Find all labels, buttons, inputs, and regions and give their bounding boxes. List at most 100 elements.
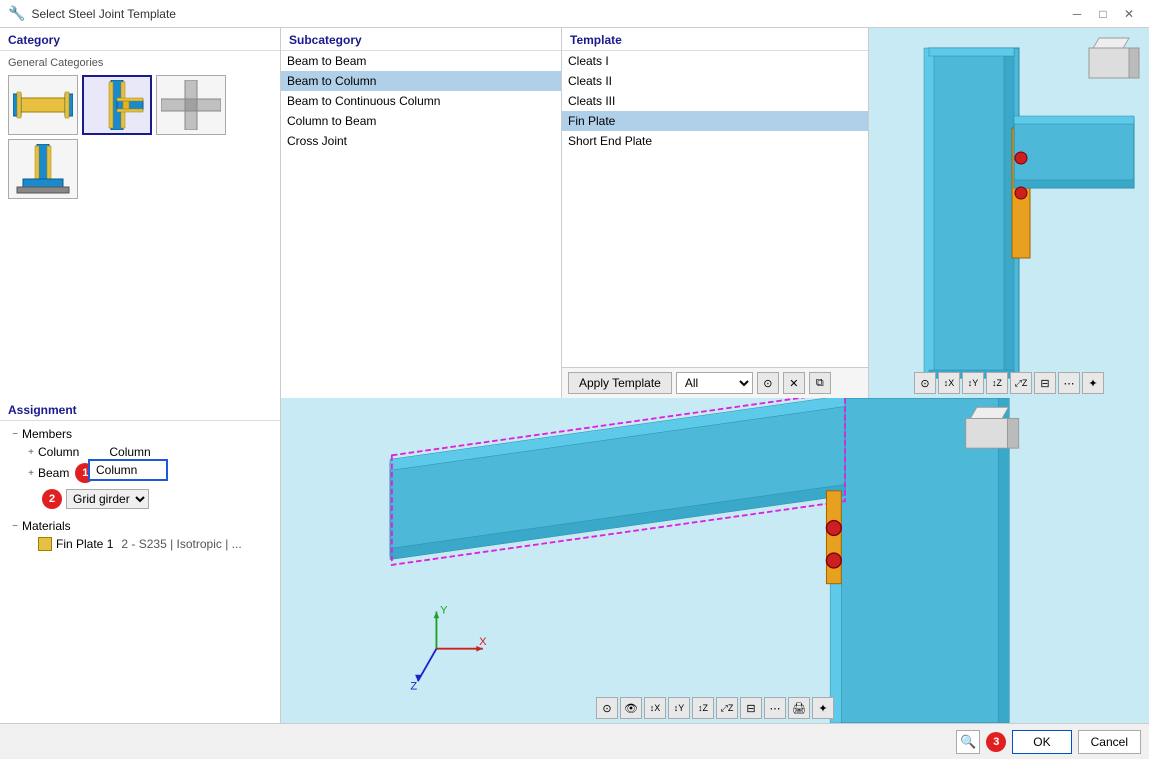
category-icon-1[interactable] — [8, 75, 78, 135]
bv-more-btn[interactable]: ⋯ — [764, 697, 786, 719]
minimize-button[interactable]: ─ — [1065, 4, 1089, 24]
category-body: General Categories — [0, 51, 280, 398]
members-label: Members — [22, 427, 72, 441]
subcategory-body: Beam to Beam Beam to Column Beam to Cont… — [281, 51, 561, 398]
assignment-header: Assignment — [0, 398, 280, 421]
3d-view-bottom-svg: Y X Z — [281, 398, 1149, 723]
beam-joint-1-icon — [13, 80, 73, 130]
materials-label: Materials — [22, 519, 71, 533]
template-body: Cleats I Cleats II Cleats III Fin Plate … — [562, 51, 868, 367]
main-content: Category General Categories — [0, 28, 1149, 723]
template-item-1[interactable]: Cleats II — [562, 71, 868, 91]
cancel-button[interactable]: Cancel — [1078, 730, 1141, 754]
column-value: Column — [109, 445, 150, 459]
view-reset-btn[interactable]: ⊙ — [914, 372, 936, 394]
bv-fit-btn[interactable]: ⊙ — [596, 697, 618, 719]
maximize-button[interactable]: □ — [1091, 4, 1115, 24]
reset-icon-button[interactable]: ⊙ — [757, 372, 779, 394]
column-label: Column — [38, 445, 79, 459]
template-header: Template — [562, 28, 868, 51]
beam-to-column-icon — [87, 80, 147, 130]
view-tz-btn[interactable]: ↕Z — [986, 372, 1008, 394]
status-bar: 🔍 3 OK Cancel — [0, 723, 1149, 759]
app-icon: 🔧 — [8, 5, 25, 22]
category-icon-2[interactable] — [82, 75, 152, 135]
subcategory-list: Beam to Beam Beam to Column Beam to Cont… — [281, 51, 561, 151]
beam-select-row: 2 Grid girder Beam Rafter — [8, 487, 272, 511]
search-button[interactable]: 🔍 — [956, 730, 980, 754]
bv-print-btn[interactable]: 🖨 — [788, 697, 810, 719]
3d-view-top-svg — [869, 28, 1149, 398]
subcategory-header: Subcategory — [281, 28, 561, 51]
category-icon-3[interactable] — [156, 75, 226, 135]
category-icons — [8, 75, 272, 199]
top-view-toolbar: ⊙ ↕X ↕Y ↕Z ⤢Z ⊟ ⋯ ✦ — [873, 372, 1145, 394]
view-ty-btn[interactable]: ↕Y — [962, 372, 984, 394]
fin-plate-expand-icon[interactable] — [24, 537, 38, 551]
column-dropdown-value: Column — [96, 463, 137, 477]
top-right-3d-view: ⊙ ↕X ↕Y ↕Z ⤢Z ⊟ ⋯ ✦ — [869, 28, 1149, 398]
bv-ty-btn[interactable]: ↕Y — [668, 697, 690, 719]
fin-plate-value: 2 - S235 | Isotropic | ... — [121, 537, 241, 551]
bv-extra-btn[interactable]: ✦ — [812, 697, 834, 719]
fin-plate-row: Fin Plate 1 2 - S235 | Isotropic | ... — [8, 535, 272, 553]
view-itz-btn[interactable]: ⤢Z — [1010, 372, 1032, 394]
column-expand-icon[interactable]: + — [24, 445, 38, 459]
bv-layers-btn[interactable]: ⊟ — [740, 697, 762, 719]
assignment-panel: Assignment − Members + Column Column + B… — [0, 398, 280, 723]
title-bar: 🔧 Select Steel Joint Template ─ □ ✕ — [0, 0, 1149, 28]
assignment-body: − Members + Column Column + Beam 1 — [0, 421, 280, 723]
fin-plate-label: Fin Plate 1 — [56, 537, 113, 551]
members-expand-icon[interactable]: − — [8, 427, 22, 441]
view-extra-btn[interactable]: ✦ — [1082, 372, 1104, 394]
bv-itz-btn[interactable]: ⤢Z — [716, 697, 738, 719]
bv-eye-btn[interactable]: 👁 — [620, 697, 642, 719]
beam-type-select[interactable]: Grid girder Beam Rafter — [66, 489, 149, 509]
template-list: Cleats I Cleats II Cleats III Fin Plate … — [562, 51, 868, 151]
bv-tx-btn[interactable]: ↕X — [644, 697, 666, 719]
top-row: Category General Categories — [0, 28, 1149, 398]
template-toolbar: Apply Template All Selected Visible ⊙ ✕ … — [562, 367, 868, 398]
fin-plate-color-swatch — [38, 537, 52, 551]
subcategory-item-0[interactable]: Beam to Beam — [281, 51, 561, 71]
beam-row: + Beam 1 Column — [8, 461, 272, 485]
svg-text:Y: Y — [440, 604, 448, 616]
category-icon-4[interactable] — [8, 139, 78, 199]
materials-group: − Materials — [8, 517, 272, 535]
view-layers-btn[interactable]: ⊟ — [1034, 372, 1056, 394]
filter-select[interactable]: All Selected Visible — [676, 372, 753, 394]
members-group: − Members — [8, 425, 272, 443]
view-tx-btn[interactable]: ↕X — [938, 372, 960, 394]
bottom-3d-view: Y X Z ⊙ 👁 ↕X ↕Y ↕Z ⤢Z — [281, 398, 1149, 723]
subcategory-item-2[interactable]: Beam to Continuous Column — [281, 91, 561, 111]
badge-2: 2 — [42, 489, 62, 509]
template-item-3[interactable]: Fin Plate — [562, 111, 868, 131]
template-item-0[interactable]: Cleats I — [562, 51, 868, 71]
beam-expand-icon[interactable]: + — [24, 466, 38, 480]
template-item-4[interactable]: Short End Plate — [562, 131, 868, 151]
template-panel: Template Cleats I Cleats II Cleats III F… — [562, 28, 868, 398]
view-more-btn[interactable]: ⋯ — [1058, 372, 1080, 394]
column-base-icon — [13, 144, 73, 194]
ok-button[interactable]: OK — [1012, 730, 1071, 754]
category-header: Category — [0, 28, 280, 51]
copy-icon-button[interactable]: ⧉ — [809, 372, 831, 394]
delete-icon-button[interactable]: ✕ — [783, 372, 805, 394]
subcategory-item-3[interactable]: Column to Beam — [281, 111, 561, 131]
beam-label: Beam — [38, 466, 69, 480]
close-button[interactable]: ✕ — [1117, 4, 1141, 24]
column-dropdown-display[interactable]: Column — [88, 459, 168, 481]
bv-tz-btn[interactable]: ↕Z — [692, 697, 714, 719]
template-item-2[interactable]: Cleats III — [562, 91, 868, 111]
svg-text:X: X — [479, 636, 487, 648]
category-panel: Category General Categories — [0, 28, 280, 398]
cross-joint-icon — [161, 80, 221, 130]
badge-3: 3 — [986, 732, 1006, 752]
subcategory-panel: Subcategory Beam to Beam Beam to Column … — [281, 28, 561, 398]
subcategory-item-1[interactable]: Beam to Column — [281, 71, 561, 91]
svg-text:Z: Z — [410, 681, 417, 693]
materials-expand-icon[interactable]: − — [8, 519, 22, 533]
subcategory-item-4[interactable]: Cross Joint — [281, 131, 561, 151]
window-title: Select Steel Joint Template — [31, 7, 1059, 21]
apply-template-button[interactable]: Apply Template — [568, 372, 672, 394]
